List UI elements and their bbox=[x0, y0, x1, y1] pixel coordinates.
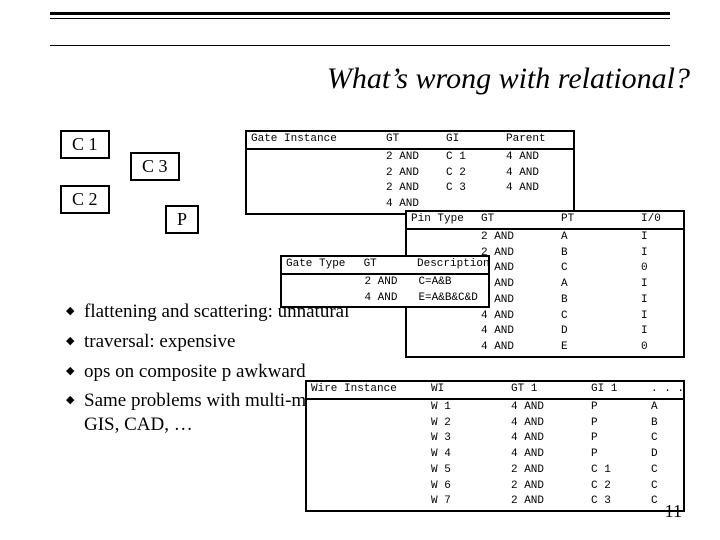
col-header: Parent bbox=[502, 132, 572, 148]
col-header: GT 1 bbox=[507, 382, 587, 398]
slide-title: What’s wrong with relational? bbox=[50, 62, 690, 96]
rule-top-thick bbox=[50, 12, 670, 15]
col-header: Wire Instance bbox=[307, 382, 427, 398]
table-gate-type: Gate Type GT Description 2 ANDC=A&B 4 AN… bbox=[280, 255, 490, 308]
table-row: 2 ANDC 34 AND bbox=[247, 181, 573, 197]
table-row: W 34 ANDPC bbox=[307, 431, 683, 447]
table-header: Gate Type GT Description bbox=[282, 257, 488, 275]
box-c3: C 3 bbox=[130, 152, 180, 181]
page-number: 11 bbox=[665, 501, 682, 522]
table-row: W 14 ANDPA bbox=[307, 400, 683, 416]
col-header: I/0 bbox=[637, 212, 682, 228]
rule-mid bbox=[50, 45, 670, 46]
box-p: P bbox=[165, 205, 199, 234]
table-gate-instance: Gate Instance GT GI Parent 2 ANDC 14 AND… bbox=[245, 130, 575, 215]
table-row: W 24 ANDPB bbox=[307, 416, 683, 432]
table-row: W 52 ANDC 1C bbox=[307, 463, 683, 479]
col-header: GI bbox=[442, 132, 502, 148]
table-row: 4 ANDE0 bbox=[407, 340, 683, 356]
rule-top-thin bbox=[50, 18, 670, 19]
table-row: 2 ANDC 24 AND bbox=[247, 166, 573, 182]
table-header: Gate Instance GT GI Parent bbox=[247, 132, 573, 150]
table-header: Pin Type GT PT I/0 bbox=[407, 212, 683, 230]
table-row: W 62 ANDC 2C bbox=[307, 479, 683, 495]
col-header: . . . bbox=[647, 382, 682, 398]
table-row: 2 ANDC=A&B bbox=[282, 275, 488, 291]
table-row: 2 ANDAI bbox=[407, 230, 683, 246]
table-row: W 72 ANDC 3C bbox=[307, 494, 683, 510]
col-header: GT bbox=[382, 132, 442, 148]
table-row: 4 ANDDI bbox=[407, 324, 683, 340]
table-header: Wire Instance WI GT 1 GI 1 . . . bbox=[307, 382, 683, 400]
col-header: GT bbox=[360, 257, 413, 273]
list-item: traversal: expensive bbox=[66, 330, 356, 354]
box-c1: C 1 bbox=[60, 130, 110, 159]
box-c2: C 2 bbox=[60, 185, 110, 214]
diagram: C 1 C 2 C 3 P bbox=[60, 130, 240, 250]
col-header: PT bbox=[557, 212, 637, 228]
col-header: Gate Instance bbox=[247, 132, 382, 148]
col-header: WI bbox=[427, 382, 507, 398]
col-header: Description bbox=[413, 257, 488, 273]
table-row: 4 ANDE=A&B&C&D bbox=[282, 291, 488, 307]
col-header: GI 1 bbox=[587, 382, 647, 398]
table-row: 4 ANDCI bbox=[407, 309, 683, 325]
table-row: 2 ANDC 14 AND bbox=[247, 150, 573, 166]
slide: What’s wrong with relational? C 1 C 2 C … bbox=[0, 0, 720, 540]
table-row: W 44 ANDPD bbox=[307, 447, 683, 463]
col-header: GT bbox=[477, 212, 557, 228]
table-wire-instance: Wire Instance WI GT 1 GI 1 . . . W 14 AN… bbox=[305, 380, 685, 512]
col-header: Gate Type bbox=[282, 257, 360, 273]
col-header: Pin Type bbox=[407, 212, 477, 228]
